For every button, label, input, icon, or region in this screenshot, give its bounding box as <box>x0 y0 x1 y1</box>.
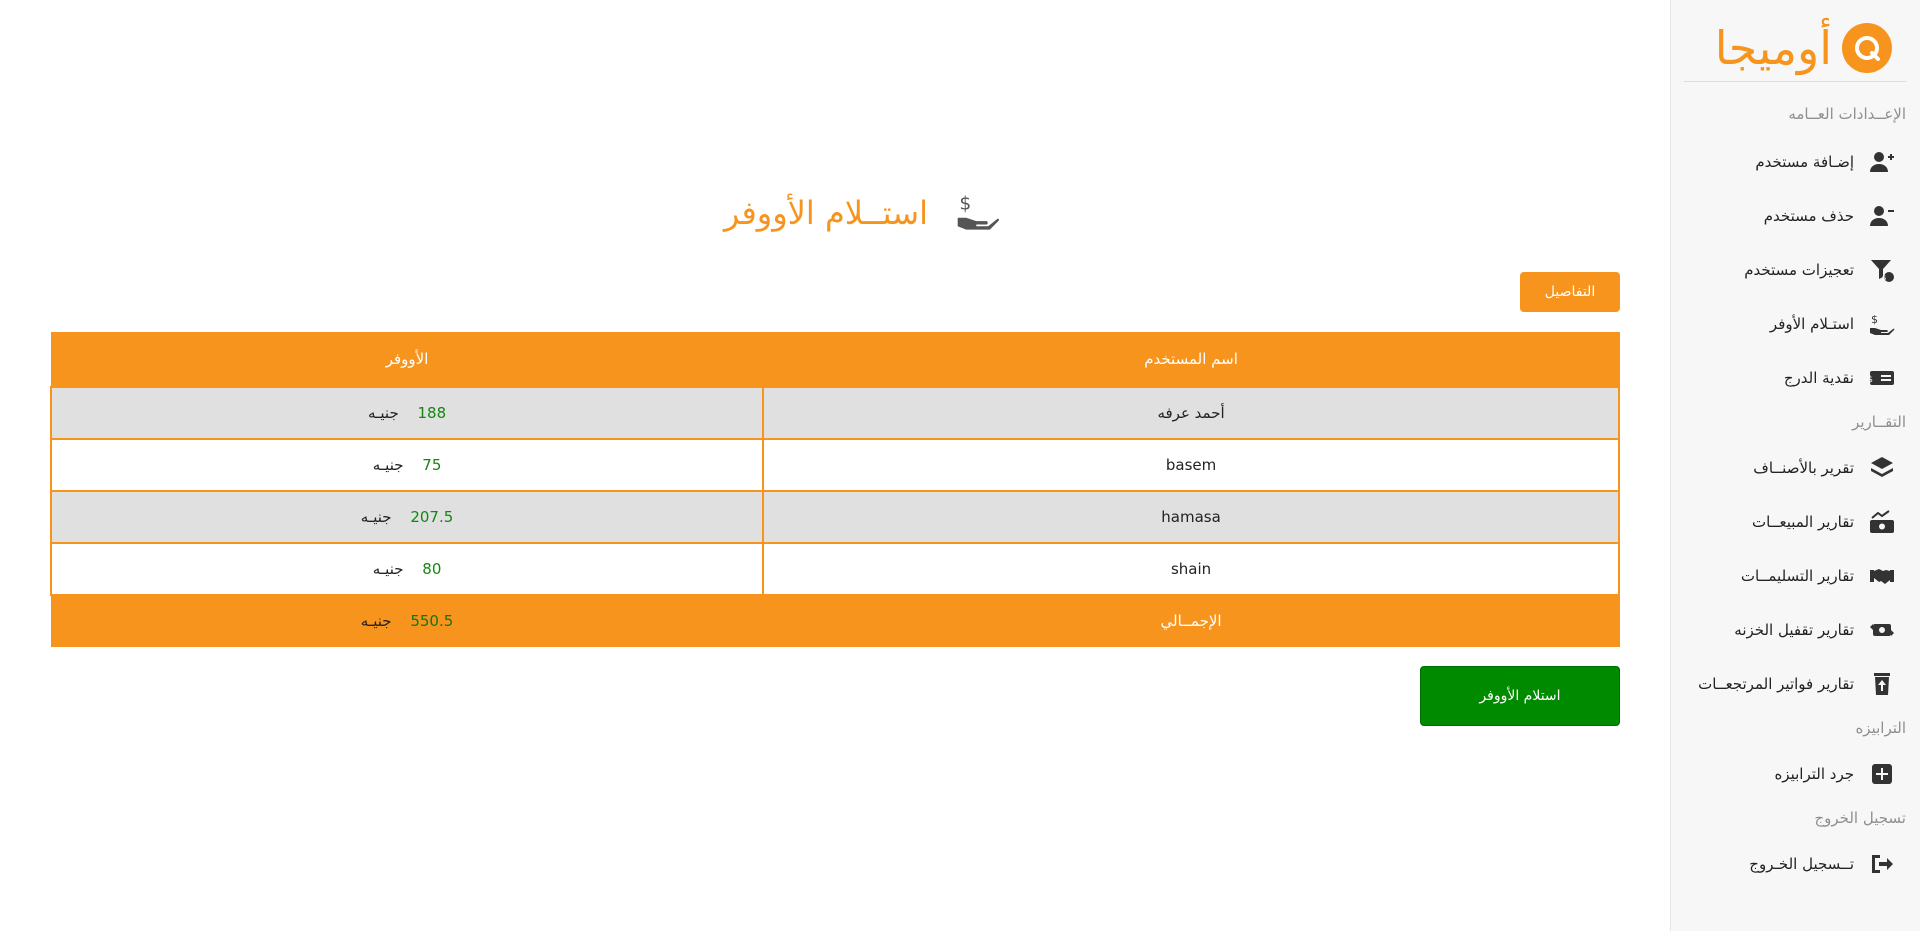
sidebar-item-label: تــسجيل الخـروج <box>1749 855 1854 873</box>
cell-amount: 207.5 <box>410 507 454 526</box>
svg-text:$: $ <box>959 193 971 214</box>
sidebar-item-deliveries-reports[interactable]: تقارير التسليمــات <box>1676 561 1896 591</box>
column-header-user: اسم المستخدم <box>762 332 1620 387</box>
svg-text:$: $ <box>1882 274 1886 282</box>
money-exchange-icon <box>1868 616 1896 644</box>
handshake-icon <box>1868 562 1896 590</box>
total-currency: جنيـه <box>360 611 392 630</box>
sidebar-item-user-restrictions[interactable]: $ تعجيزات مستخدم <box>1676 255 1896 285</box>
table-row: أحمد عرفه 188 جنيـه <box>49 385 1620 440</box>
page-title-text: استــلام الأووفر <box>723 194 928 232</box>
sign-out-icon <box>1868 850 1896 878</box>
user-plus-icon <box>1868 148 1896 176</box>
sidebar-item-label: تقرير بالأصنــاف <box>1753 459 1854 477</box>
cell-amount: 80 <box>422 559 442 578</box>
table-total-row: الإجمــالي 550.5 جنيـه <box>50 594 1620 647</box>
section-logout: تسجيل الخروج <box>1814 809 1906 827</box>
cell-currency: جنيـه <box>367 403 399 422</box>
cell-currency: جنيـه <box>372 455 404 474</box>
sidebar-item-label: تعجيزات مستخدم <box>1744 261 1854 279</box>
cell-over: 75 جنيـه <box>49 437 765 492</box>
sidebar-item-returns-reports[interactable]: تقارير فواتير المرتجعــات <box>1676 669 1896 699</box>
sidebar-item-label: تقارير المبيعــات <box>1752 513 1854 531</box>
cell-user: shain <box>762 541 1620 596</box>
sidebar-item-label: نقدية الدرج <box>1783 369 1854 387</box>
total-amount: 550.5 <box>410 611 454 630</box>
cell-user: hamasa <box>762 489 1620 544</box>
sidebar-item-drawer-cash[interactable]: $ نقدية الدرج <box>1676 363 1896 393</box>
money-bill-icon: $ <box>1868 364 1896 392</box>
layers-icon <box>1868 454 1896 482</box>
table-row: shain 80 جنيـه <box>49 541 1620 596</box>
svg-text:$: $ <box>1871 313 1878 326</box>
section-tables: الترابيزه <box>1855 719 1906 737</box>
cell-amount: 75 <box>422 455 442 474</box>
cell-currency: جنيـه <box>360 507 392 526</box>
sidebar-item-add-user[interactable]: إضـافة مستخدم <box>1676 147 1896 177</box>
table-row: basem 75 جنيـه <box>49 437 1620 492</box>
cell-user: basem <box>762 437 1620 492</box>
cell-over: 207.5 جنيـه <box>49 489 765 544</box>
logo-mark-icon <box>1842 22 1892 73</box>
page-title: $ استــلام الأووفر <box>680 188 1000 238</box>
table-row: hamasa 207.5 جنيـه <box>49 489 1620 544</box>
table-header-row: اسم المستخدم الأووفر <box>50 332 1620 387</box>
hand-holding-dollar-icon: $ <box>956 189 1000 237</box>
sidebar-item-safe-closing-reports[interactable]: تقارير تقفيل الخزنه <box>1676 615 1896 645</box>
money-trend-icon <box>1868 508 1896 536</box>
cell-amount: 188 <box>417 403 447 422</box>
sidebar-item-label: تقارير التسليمــات <box>1740 567 1854 585</box>
sidebar-item-label: إضـافة مستخدم <box>1755 153 1854 171</box>
total-label: الإجمــالي <box>762 594 1620 647</box>
over-table: اسم المستخدم الأووفر أحمد عرفه 188 جنيـه… <box>49 332 1620 647</box>
section-general-settings: الإعــدادات العــامه <box>1788 105 1906 123</box>
column-header-over: الأووفر <box>50 332 764 387</box>
sidebar-item-receive-over[interactable]: $ استـلام الأوفر <box>1676 309 1896 339</box>
brand-logo[interactable]: أوميجا <box>1684 14 1906 82</box>
receive-over-button[interactable]: استلام الأووفر <box>1420 666 1620 726</box>
sidebar: أوميجا الإعــدادات العــامه إضـافة مستخد… <box>1670 0 1920 931</box>
sidebar-item-label: تقارير تقفيل الخزنه <box>1734 621 1854 639</box>
sidebar-item-sales-reports[interactable]: تقارير المبيعــات <box>1676 507 1896 537</box>
sidebar-item-logout[interactable]: تــسجيل الخـروج <box>1676 849 1896 879</box>
svg-text:$: $ <box>1869 375 1873 385</box>
plus-square-icon <box>1868 760 1896 788</box>
total-value: 550.5 جنيـه <box>50 594 764 647</box>
cell-currency: جنيـه <box>372 559 404 578</box>
sidebar-item-items-report[interactable]: تقرير بالأصنــاف <box>1676 453 1896 483</box>
sidebar-item-delete-user[interactable]: حذف مستخدم <box>1676 201 1896 231</box>
sidebar-item-label: جرد الترابيزه <box>1774 765 1854 783</box>
filter-dollar-icon: $ <box>1868 256 1896 284</box>
sidebar-item-label: استـلام الأوفر <box>1769 315 1854 333</box>
cell-over: 80 جنيـه <box>49 541 765 596</box>
user-minus-icon <box>1868 202 1896 230</box>
sidebar-item-label: تقارير فواتير المرتجعــات <box>1698 675 1854 693</box>
cell-over: 188 جنيـه <box>49 385 765 440</box>
details-button[interactable]: التفاصيل <box>1520 272 1620 312</box>
sidebar-item-tables-inventory[interactable]: جرد الترابيزه <box>1676 759 1896 789</box>
sidebar-item-label: حذف مستخدم <box>1763 207 1854 225</box>
section-reports: التقــارير <box>1852 413 1906 431</box>
cell-user: أحمد عرفه <box>762 385 1620 440</box>
brand-name: أوميجا <box>1714 20 1832 75</box>
trash-arrow-icon <box>1868 670 1896 698</box>
hand-holding-dollar-icon: $ <box>1868 310 1896 338</box>
